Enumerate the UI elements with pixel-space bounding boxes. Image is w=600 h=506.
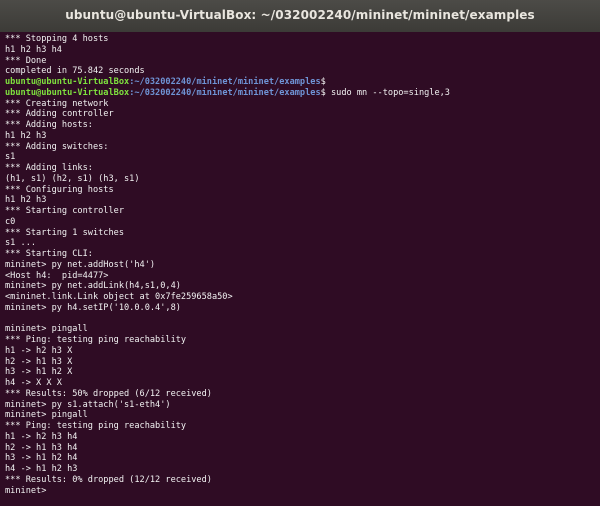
terminal-line: *** Ping: testing ping reachability: [5, 335, 187, 345]
prompt-user: ubuntu@ubuntu-VirtualBox: [5, 87, 130, 98]
terminal-line: *** Adding controller: [5, 109, 114, 120]
prompt-line: ubuntu@ubuntu-VirtualBox:~/032002240/min…: [5, 88, 596, 99]
terminal-line: h2 -> h1 h3 h4: [5, 442, 78, 453]
terminal-line: *** Stopping 4 hosts: [5, 34, 109, 44]
terminal-line: h4 -> h1 h2 h3: [5, 464, 78, 474]
terminal-line: mininet> pingall: [5, 410, 88, 421]
terminal-line: h2 -> h1 h3 X: [5, 356, 73, 367]
terminal-line: mininet> py net.addLink(h4,s1,0,4): [5, 281, 181, 292]
terminal-line: *** Adding links:: [5, 163, 93, 173]
prompt-line: ubuntu@ubuntu-VirtualBox:~/032002240/min…: [5, 77, 596, 88]
terminal-line: mininet> py net.addHost('h4'): [5, 259, 156, 270]
terminal-line: *** Adding switches:: [5, 141, 109, 152]
prompt-sign: $: [320, 77, 326, 87]
terminal-line: c0: [5, 216, 16, 227]
terminal-line: *** Creating network: [5, 98, 109, 109]
prompt-path: :~/032002240/mininet/mininet/examples: [129, 87, 321, 98]
terminal-line: s1 ...: [5, 238, 37, 249]
terminal-line: *** Adding hosts:: [5, 120, 93, 130]
terminal-line: s1: [5, 152, 16, 163]
terminal-output[interactable]: *** Stopping 4 hosts h1 h2 h3 h4 *** Done c…: [5, 34, 596, 506]
terminal-line: mininet> py s1.attach('s1-eth4'): [5, 399, 171, 410]
terminal-line: *** Configuring hosts: [5, 184, 114, 195]
terminal-line: *** Done: [5, 55, 47, 66]
prompt-path: :~/032002240/mininet/mininet/examples: [129, 77, 321, 87]
terminal-line: *** Starting 1 switches: [5, 227, 124, 238]
prompt-user: ubuntu@ubuntu-VirtualBox: [5, 77, 130, 87]
terminal-line: completed in 75.842 seconds: [5, 66, 145, 77]
terminal-line: h1 h2 h3: [5, 130, 47, 141]
window-titlebar[interactable]: ubuntu@ubuntu-VirtualBox: ~/032002240/mi…: [0, 0, 600, 32]
terminal-line: h1 h2 h3 h4: [5, 44, 62, 55]
terminal-line: <Host h4: pid=4477>: [5, 270, 109, 281]
prompt-command: sudo mn --topo=single,3: [325, 87, 450, 98]
terminal-line: h3 -> h1 h2 X: [5, 367, 73, 378]
terminal-line: mininet> pingall: [5, 324, 88, 335]
terminal-line: h3 -> h1 h2 h4: [5, 453, 78, 464]
terminal-window: ubuntu@ubuntu-VirtualBox: ~/032002240/mi…: [0, 0, 600, 506]
terminal-line: *** Results: 50% dropped (6/12 received): [5, 388, 212, 399]
terminal-line: h1 -> h2 h3 h4: [5, 431, 78, 442]
terminal-line: *** Starting controller: [5, 206, 124, 216]
terminal-line: *** Ping: testing ping reachability: [5, 421, 187, 431]
terminal-line: h4 -> X X X: [5, 378, 62, 388]
terminal-line: (h1, s1) (h2, s1) (h3, s1): [5, 173, 140, 184]
terminal-line: h1 h2 h3: [5, 195, 47, 206]
terminal-line: *** Results: 0% dropped (12/12 received): [5, 474, 212, 485]
terminal-line: <mininet.link.Link object at 0x7fe259658…: [5, 292, 233, 302]
window-title: ubuntu@ubuntu-VirtualBox: ~/032002240/mi…: [65, 8, 535, 22]
terminal-line: mininet>: [5, 485, 52, 496]
terminal-line: *** Starting CLI:: [5, 249, 93, 259]
terminal-line: h1 -> h2 h3 X: [5, 345, 73, 356]
terminal-line: mininet> py h4.setIP('10.0.0.4',8): [5, 302, 181, 313]
